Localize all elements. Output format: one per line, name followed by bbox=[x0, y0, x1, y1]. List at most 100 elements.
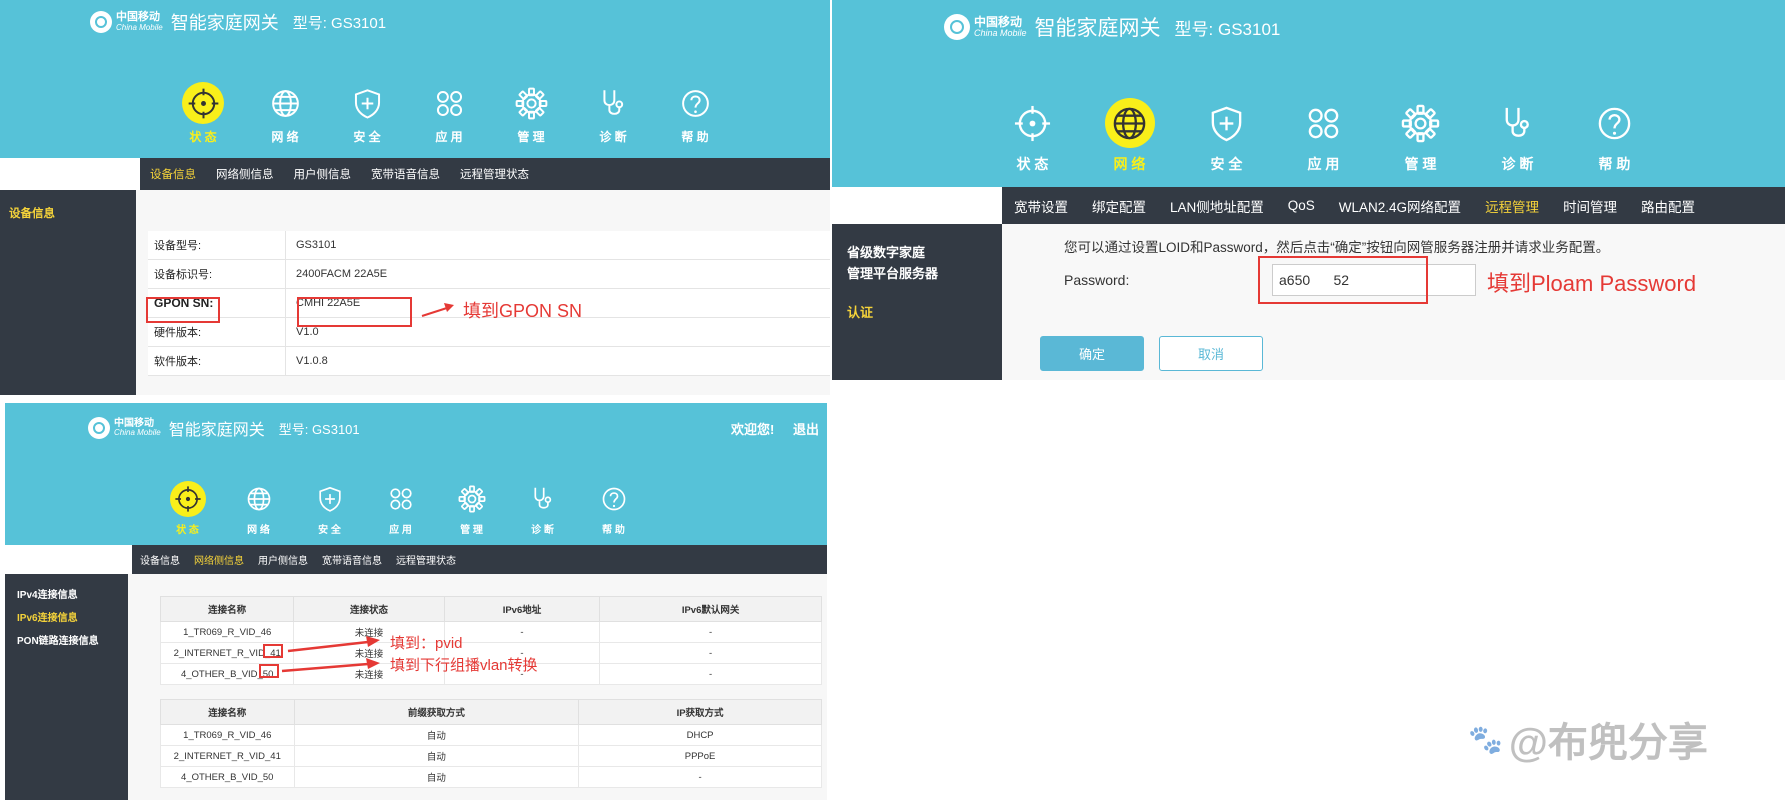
table-cell: - bbox=[443, 621, 601, 643]
row-value: GS3101 bbox=[285, 231, 830, 260]
nav-item-help[interactable]: 帮 助 bbox=[654, 82, 736, 145]
nav-item-stethoscope[interactable]: 诊 断 bbox=[507, 481, 578, 536]
sidebar-item[interactable]: 设备信息 bbox=[9, 205, 136, 221]
nav-item-help[interactable]: 帮 助 bbox=[578, 481, 649, 536]
sidebar-item[interactable]: IPv6连接信息 bbox=[17, 609, 128, 624]
table-cell: 1_TR069_R_VID_46 bbox=[160, 724, 295, 746]
nav-item-crosshair[interactable]: 状 态 bbox=[162, 82, 244, 145]
nav-label: 状 态 bbox=[176, 525, 199, 536]
logout-link[interactable]: 退出 bbox=[793, 419, 819, 438]
watermark-text: @布兜分享 bbox=[1508, 721, 1708, 765]
sidebar-item[interactable]: IPv4连接信息 bbox=[17, 586, 128, 601]
panel-device-info: 中国移动 China Mobile 智能家庭网关 型号: GS3101 状 态网… bbox=[0, 0, 830, 395]
nav-item-crosshair[interactable]: 状 态 bbox=[152, 481, 223, 536]
subnav-item[interactable]: 远程管理 bbox=[1485, 196, 1539, 216]
ipv6-prefix-table: 连接名称 前缀获取方式 IP获取方式 1_TR069_R_VID_46 自动 DHCP 2… bbox=[160, 699, 822, 788]
column-header: 连接状态 bbox=[293, 596, 445, 622]
subnav-item[interactable]: QoS bbox=[1288, 198, 1315, 213]
help-icon bbox=[602, 487, 625, 511]
nav-icon-wrap bbox=[454, 481, 490, 517]
nav-item-globe[interactable]: 网 络 bbox=[1081, 98, 1178, 174]
nav-item-apps[interactable]: 应 用 bbox=[1275, 98, 1372, 174]
gateway-title: 智能家庭网关 bbox=[1034, 17, 1161, 40]
subnav-item[interactable]: 设备信息 bbox=[150, 166, 196, 182]
nav-icon-wrap bbox=[674, 82, 716, 124]
cancel-button[interactable]: 取消 bbox=[1159, 336, 1263, 371]
globe-icon bbox=[271, 89, 299, 117]
subnav-item[interactable]: 设备信息 bbox=[140, 552, 180, 567]
table-cell: PPPoE bbox=[578, 745, 822, 767]
row-value: V1.0.8 bbox=[285, 346, 830, 376]
apps-icon bbox=[436, 90, 462, 116]
subnav-item[interactable]: 远程管理状态 bbox=[460, 166, 529, 182]
sidebar-item[interactable]: 省级数字家庭 bbox=[847, 242, 1002, 261]
subnav-item[interactable]: 网络侧信息 bbox=[216, 166, 274, 182]
subnav-item[interactable]: 时间管理 bbox=[1563, 196, 1617, 216]
subnav-item[interactable]: WLAN2.4G网络配置 bbox=[1339, 196, 1461, 216]
nav-item-apps[interactable]: 应 用 bbox=[365, 481, 436, 536]
gear-icon bbox=[458, 485, 485, 513]
nav-item-stethoscope[interactable]: 诊 断 bbox=[572, 82, 654, 145]
nav-icon-wrap bbox=[1008, 98, 1058, 148]
nav-item-gear[interactable]: 管 理 bbox=[436, 481, 507, 536]
subnav-item[interactable]: LAN侧地址配置 bbox=[1170, 196, 1264, 216]
sidebar-item[interactable]: PON链路连接信息 bbox=[17, 632, 128, 647]
table-row: 1_TR069_R_VID_46 自动 DHCP bbox=[160, 724, 822, 746]
column-header: IPv6默认网关 bbox=[599, 596, 822, 622]
nav-item-shield[interactable]: 安 全 bbox=[294, 481, 365, 536]
nav-label: 状 态 bbox=[1016, 156, 1049, 172]
brand-en: China Mobile bbox=[974, 27, 1027, 38]
subnav-item[interactable]: 远程管理状态 bbox=[396, 552, 456, 567]
nav-icon-wrap bbox=[1202, 98, 1252, 148]
table-cell: 自动 bbox=[293, 745, 580, 767]
subnav-item[interactable]: 路由配置 bbox=[1641, 196, 1695, 216]
nav-icon-wrap bbox=[383, 481, 419, 517]
shield-icon bbox=[1211, 106, 1242, 141]
column-header: 连接名称 bbox=[159, 596, 295, 622]
password-highlight bbox=[1258, 256, 1428, 304]
nav-icon-wrap bbox=[312, 481, 348, 517]
nav-icon-wrap bbox=[1493, 98, 1543, 148]
subnav-item[interactable]: 绑定配置 bbox=[1092, 196, 1146, 216]
subnav-item[interactable]: 宽带语音信息 bbox=[371, 166, 440, 182]
nav-item-apps[interactable]: 应 用 bbox=[408, 82, 490, 145]
table-row: 2_INTERNET_R_VID_41 自动 PPPoE bbox=[160, 745, 822, 767]
subnav-item[interactable]: 用户侧信息 bbox=[294, 166, 352, 182]
nav-item-shield[interactable]: 安 全 bbox=[1178, 98, 1275, 174]
sidebar-item[interactable]: 认证 bbox=[847, 302, 1002, 321]
table-cell: DHCP bbox=[578, 724, 822, 746]
nav-item-crosshair[interactable]: 状 态 bbox=[984, 98, 1081, 174]
table-cell: - bbox=[578, 766, 822, 788]
confirm-button[interactable]: 确定 bbox=[1040, 336, 1144, 371]
subnav-item[interactable]: 宽带语音信息 bbox=[322, 552, 382, 567]
nav-label: 管 理 bbox=[460, 525, 483, 536]
welcome-text: 欢迎您! bbox=[731, 422, 775, 437]
nav-item-gear[interactable]: 管 理 bbox=[1372, 98, 1469, 174]
nav-icon-wrap bbox=[592, 82, 634, 124]
nav-label: 状 态 bbox=[189, 130, 217, 144]
nav-icon-wrap bbox=[241, 481, 277, 517]
nav-label: 安 全 bbox=[353, 130, 381, 144]
nav-item-help[interactable]: 帮 助 bbox=[1566, 98, 1663, 174]
nav-item-globe[interactable]: 网 络 bbox=[223, 481, 294, 536]
china-mobile-logo-icon bbox=[944, 14, 970, 40]
table-row: 设备标识号: 2400FACM 22A5E bbox=[148, 259, 830, 289]
subnav-item[interactable]: 网络侧信息 bbox=[194, 552, 244, 567]
nav-item-globe[interactable]: 网 络 bbox=[244, 82, 326, 145]
nav-label: 帮 助 bbox=[1598, 156, 1631, 172]
subnav-item[interactable]: 宽带设置 bbox=[1014, 196, 1068, 216]
main-nav: 状 态 网 络安 全应 用管 理 诊 断帮 助 bbox=[152, 481, 649, 536]
sub-nav: 设备信息 网络侧信息 用户侧信息 宽带语音信息 远程管理状态 bbox=[132, 545, 827, 574]
brand-en: China Mobile bbox=[116, 22, 163, 32]
nav-item-shield[interactable]: 安 全 bbox=[326, 82, 408, 145]
sidebar-item[interactable]: 管理平台服务器 bbox=[847, 263, 1002, 282]
row-label: 软件版本: bbox=[148, 346, 286, 376]
table-cell: 2_INTERNET_R_VID_41 bbox=[160, 745, 295, 767]
watermark: 🐾 @布兜分享 bbox=[1468, 710, 1708, 768]
nav-item-stethoscope[interactable]: 诊 断 bbox=[1469, 98, 1566, 174]
nav-item-gear[interactable]: 管 理 bbox=[490, 82, 572, 145]
subnav-item[interactable]: 用户侧信息 bbox=[258, 552, 308, 567]
sidebar: 设备信息 bbox=[0, 190, 136, 395]
table-cell: 自动 bbox=[293, 724, 580, 746]
paw-icon: 🐾 bbox=[1468, 723, 1503, 755]
